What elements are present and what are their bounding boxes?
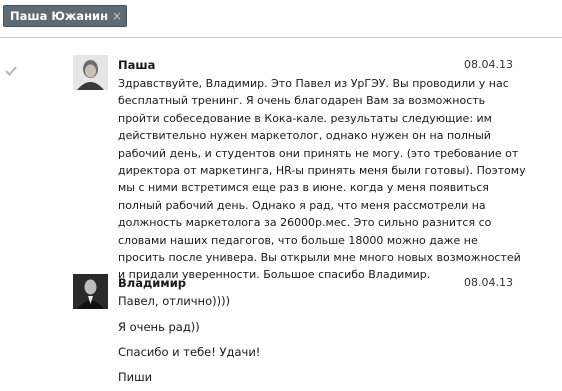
message-author[interactable]: Владимир [118, 276, 186, 290]
message-line: полный рабочий день. Однако я рад, что м… [118, 198, 486, 212]
message-date: 08.04.13 [464, 58, 513, 71]
message-line: Спасибо и тебе! Удачи! [118, 345, 261, 359]
checkmark-icon[interactable] [4, 64, 18, 78]
recipient-chip[interactable]: Паша Южанин × [3, 5, 128, 27]
message-line: бесплатный тренинг. Я очень благодарен В… [118, 94, 486, 108]
message-line: просить после универа. Вы открыли мне мн… [118, 251, 521, 265]
avatar[interactable] [73, 55, 108, 90]
close-icon[interactable]: × [112, 6, 122, 26]
message-line: директора от маркетинга, HR-ы принять ме… [118, 164, 526, 178]
avatar[interactable] [73, 274, 108, 309]
message-line: Пиши [118, 370, 153, 384]
message-body: Здравствуйте, Владимир. Это Павел из УрГ… [118, 75, 526, 284]
message-date: 08.04.13 [464, 276, 513, 289]
message-line: действительно нужен маркетолог, однако н… [118, 129, 491, 143]
top-bar: Паша Южанин × [0, 0, 562, 38]
message-line: Здравствуйте, Владимир. Это Павел из УрГ… [118, 77, 509, 90]
message-line: рабочий день, и студентов они принять не… [118, 146, 519, 160]
message-line: Я очень рад)) [118, 320, 200, 334]
message-line: мы с ними встретимся еще раз в июне. ког… [118, 181, 489, 195]
message-line: пройти собеседование в Кока-кале. резуль… [118, 111, 492, 125]
recipient-chip-label: Паша Южанин [10, 9, 109, 23]
message-line: должность маркетолога за 26000р.мес. Это… [118, 216, 492, 230]
message-line: словами наших педагогов, что больше 1800… [118, 233, 478, 247]
message-author[interactable]: Паша [118, 58, 155, 72]
message-line: Павел, отлично)))) [118, 294, 231, 308]
